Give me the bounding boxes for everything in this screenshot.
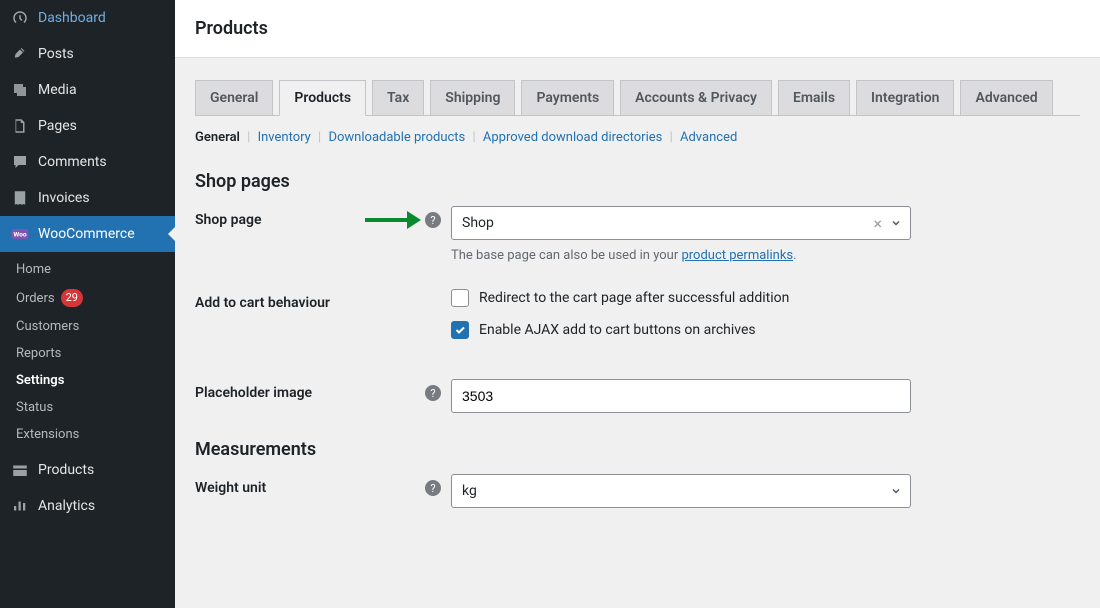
shop-page-value: Shop: [462, 215, 869, 231]
sidebar-label: Dashboard: [38, 10, 106, 26]
sidebar-item-products[interactable]: Products: [0, 452, 175, 488]
checkbox-redirect[interactable]: [451, 289, 469, 307]
field-add-to-cart: Add to cart behaviour Redirect to the ca…: [195, 289, 1080, 353]
placeholder-image-label: Placeholder image: [195, 379, 425, 401]
woocommerce-icon: Woo: [10, 224, 30, 244]
tab-products[interactable]: Products: [279, 80, 366, 116]
submenu-customers[interactable]: Customers: [12, 313, 175, 340]
sidebar-label: Pages: [38, 118, 77, 134]
admin-sidebar: Dashboard Posts Media Pages Comments Inv…: [0, 0, 175, 608]
field-shop-page: Shop page ? Shop × The base page can als…: [195, 206, 1080, 263]
subnav-general[interactable]: General: [195, 130, 240, 145]
subnav-downloadable[interactable]: Downloadable products: [328, 130, 465, 145]
chevron-down-icon: [886, 485, 902, 497]
sidebar-submenu: Home Orders 29 Customers Reports Setting…: [0, 252, 175, 452]
analytics-icon: [10, 496, 30, 516]
submenu-status[interactable]: Status: [12, 394, 175, 421]
tab-integration[interactable]: Integration: [856, 80, 954, 115]
checkbox-ajax-label: Enable AJAX add to cart buttons on archi…: [479, 322, 756, 338]
field-weight-unit: Weight unit ? kg: [195, 474, 1080, 508]
sidebar-label: Invoices: [38, 190, 90, 206]
sidebar-label: Posts: [38, 46, 74, 62]
chevron-down-icon: [886, 217, 902, 229]
add-to-cart-label: Add to cart behaviour: [195, 289, 425, 311]
submenu-reports[interactable]: Reports: [12, 340, 175, 367]
weight-unit-label: Weight unit: [195, 474, 425, 496]
product-permalinks-link[interactable]: product permalinks: [681, 248, 793, 263]
sidebar-label: Comments: [38, 154, 107, 170]
gauge-icon: [10, 8, 30, 28]
sidebar-item-pages[interactable]: Pages: [0, 108, 175, 144]
settings-tabs: General Products Tax Shipping Payments A…: [195, 80, 1080, 116]
measurements-heading: Measurements: [195, 439, 1080, 460]
sidebar-label: Media: [38, 82, 77, 98]
sidebar-label: Products: [38, 462, 94, 478]
help-icon[interactable]: ?: [425, 385, 441, 401]
orders-badge: 29: [61, 289, 83, 307]
subnav-inventory[interactable]: Inventory: [258, 130, 311, 145]
settings-subnav: General | Inventory | Downloadable produ…: [195, 116, 1080, 153]
sidebar-label: WooCommerce: [38, 226, 135, 242]
help-icon[interactable]: ?: [425, 480, 441, 496]
weight-unit-select[interactable]: kg: [451, 474, 911, 508]
clear-icon[interactable]: ×: [869, 214, 886, 233]
submenu-orders[interactable]: Orders 29: [12, 283, 175, 313]
shop-page-select[interactable]: Shop ×: [451, 206, 911, 240]
comment-icon: [10, 152, 30, 172]
tab-general[interactable]: General: [195, 80, 273, 115]
shop-pages-heading: Shop pages: [195, 171, 1080, 192]
products-icon: [10, 460, 30, 480]
subnav-approved-dirs[interactable]: Approved download directories: [483, 130, 662, 145]
sidebar-item-dashboard[interactable]: Dashboard: [0, 0, 175, 36]
invoice-icon: [10, 188, 30, 208]
checkbox-redirect-label: Redirect to the cart page after successf…: [479, 290, 789, 306]
submenu-home[interactable]: Home: [12, 256, 175, 283]
tab-payments[interactable]: Payments: [521, 80, 614, 115]
sidebar-item-comments[interactable]: Comments: [0, 144, 175, 180]
sidebar-label: Analytics: [38, 498, 95, 514]
page-title: Products: [175, 0, 1100, 58]
tab-accounts-privacy[interactable]: Accounts & Privacy: [620, 80, 772, 115]
tab-advanced[interactable]: Advanced: [960, 80, 1052, 115]
shop-page-label: Shop page: [195, 212, 262, 228]
field-placeholder-image: Placeholder image ?: [195, 379, 1080, 413]
sidebar-item-woocommerce[interactable]: Woo WooCommerce: [0, 216, 175, 252]
tab-shipping[interactable]: Shipping: [430, 80, 515, 115]
sidebar-item-invoices[interactable]: Invoices: [0, 180, 175, 216]
submenu-settings[interactable]: Settings: [12, 367, 175, 394]
subnav-advanced[interactable]: Advanced: [680, 130, 737, 145]
tab-tax[interactable]: Tax: [372, 80, 424, 115]
page-icon: [10, 116, 30, 136]
checkbox-ajax[interactable]: [451, 321, 469, 339]
shop-page-description: The base page can also be used in your p…: [451, 248, 911, 263]
sidebar-item-analytics[interactable]: Analytics: [0, 488, 175, 524]
arrow-annotation: [365, 213, 421, 227]
svg-text:Woo: Woo: [13, 231, 26, 239]
help-icon[interactable]: ?: [425, 212, 441, 228]
tab-emails[interactable]: Emails: [778, 80, 850, 115]
sidebar-item-posts[interactable]: Posts: [0, 36, 175, 72]
submenu-extensions[interactable]: Extensions: [12, 421, 175, 448]
weight-unit-value: kg: [462, 483, 886, 499]
pin-icon: [10, 44, 30, 64]
media-icon: [10, 80, 30, 100]
sidebar-item-media[interactable]: Media: [0, 72, 175, 108]
placeholder-image-input[interactable]: [451, 379, 911, 413]
main-content: Products General Products Tax Shipping P…: [175, 0, 1100, 608]
